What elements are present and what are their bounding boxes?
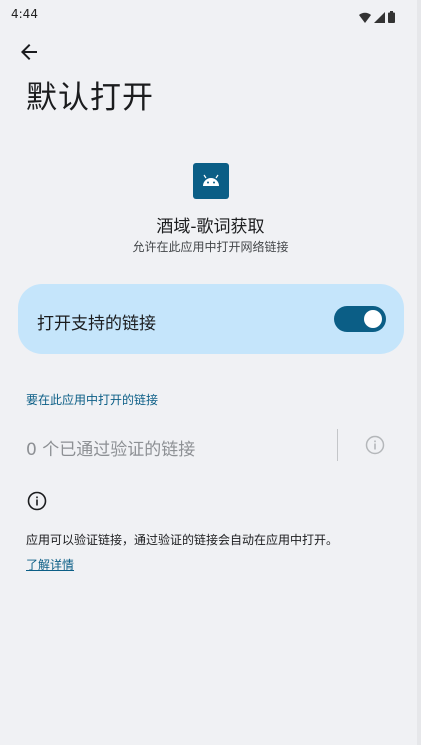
footer-text: 应用可以验证链接，通过验证的链接会自动在应用中打开。: [26, 533, 339, 547]
status-time: 4:44: [11, 7, 38, 21]
links-section-title: 要在此应用中打开的链接: [26, 393, 159, 407]
wifi-icon: [359, 8, 371, 27]
app-name: 酒域-歌词获取: [156, 217, 265, 237]
open-supported-links-card[interactable]: 打开支持的链接: [18, 284, 404, 354]
app-icon: [193, 163, 229, 199]
window-edge: [417, 0, 421, 745]
back-arrow-icon: [21, 44, 37, 60]
divider: [337, 429, 338, 461]
app-description: 允许在此应用中打开网络链接: [132, 240, 289, 254]
signal-icon: [374, 8, 385, 27]
status-bar: 4:44: [0, 0, 421, 28]
info-button[interactable]: [364, 434, 386, 456]
page-title: 默认打开: [26, 80, 154, 116]
status-icons: [359, 8, 395, 27]
back-button[interactable]: [17, 40, 41, 64]
info-icon: [365, 435, 385, 455]
android-icon: [203, 174, 219, 186]
battery-icon: [388, 8, 395, 27]
switch-thumb: [364, 310, 382, 328]
info-icon: [26, 490, 48, 512]
verified-links-count: 0 个已通过验证的链接: [26, 440, 196, 460]
open-links-switch[interactable]: [334, 306, 386, 332]
learn-more-link[interactable]: 了解详情: [26, 556, 74, 573]
toggle-label: 打开支持的链接: [37, 314, 156, 334]
